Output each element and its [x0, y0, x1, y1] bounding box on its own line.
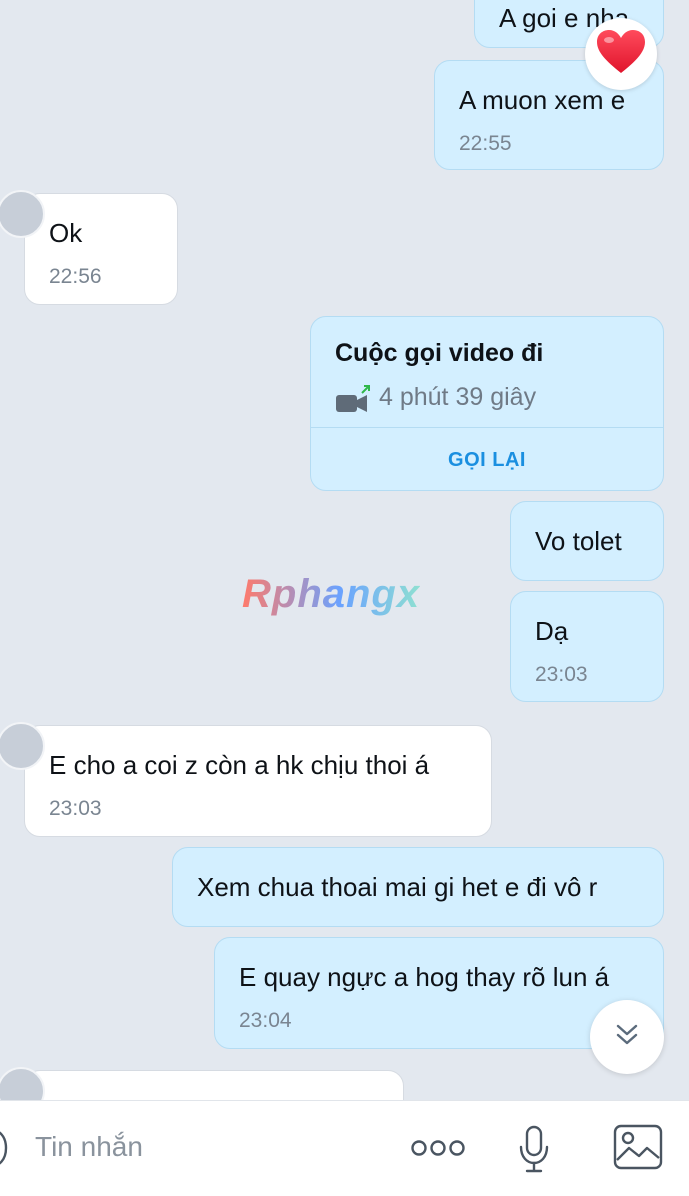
heart-icon — [596, 29, 646, 80]
message-text: Dạ — [535, 616, 569, 646]
microphone-icon[interactable] — [514, 1123, 554, 1177]
reaction-badge[interactable] — [585, 18, 657, 90]
message-bubble-received[interactable] — [0, 1067, 404, 1100]
message-time: 23:04 — [239, 1009, 292, 1032]
message-text: E quay ngực a hog thay rõ lun á — [239, 962, 610, 992]
sticker-icon[interactable] — [0, 1125, 10, 1171]
message-text: A muon xem e — [459, 85, 626, 115]
message-input-bar: Tin nhắn — [0, 1100, 689, 1196]
avatar[interactable] — [0, 722, 45, 770]
scroll-to-bottom-button[interactable] — [590, 1000, 664, 1074]
message-text: Vo tolet — [535, 526, 622, 556]
message-time: 23:03 — [535, 663, 588, 686]
message-input[interactable]: Tin nhắn — [35, 1131, 143, 1163]
message-bubble-received[interactable]: E cho a coi z còn a hk chịu thoi á 23:03 — [0, 722, 492, 837]
message-text: Xem chua thoai mai gi het e đi vô r — [197, 872, 598, 902]
image-icon[interactable] — [612, 1123, 664, 1171]
avatar[interactable] — [0, 1067, 45, 1100]
message-time: 22:55 — [459, 132, 512, 155]
chevron-double-down-icon — [614, 1022, 640, 1053]
call-back-button[interactable]: GỌI LẠI — [311, 449, 663, 472]
watermark: Rphangx — [242, 572, 421, 616]
message-bubble-sent[interactable]: Vo tolet — [510, 501, 664, 581]
divider — [311, 427, 663, 428]
message-bubble-sent[interactable]: Dạ 23:03 — [510, 591, 664, 702]
message-bubble-received[interactable]: Ok 22:56 — [0, 190, 178, 305]
message-text: Ok — [49, 218, 83, 248]
video-call-icon — [335, 385, 371, 420]
call-card: Cuộc gọi video đi 4 phút 39 giây GỌI LẠI — [310, 316, 664, 491]
message-time: 22:56 — [49, 265, 102, 288]
message-bubble-sent[interactable]: Xem chua thoai mai gi het e đi vô r — [172, 847, 664, 927]
chat-area[interactable]: A goi e nha A muon xem e 22:55 Ok 22:56 — [0, 0, 689, 1100]
call-duration: 4 phút 39 giây — [379, 383, 537, 411]
call-title: Cuộc gọi video đi — [335, 339, 544, 367]
avatar[interactable] — [0, 190, 45, 238]
message-text: E cho a coi z còn a hk chịu thoi á — [49, 750, 430, 780]
more-icon[interactable] — [410, 1135, 466, 1161]
message-time: 23:03 — [49, 797, 102, 820]
